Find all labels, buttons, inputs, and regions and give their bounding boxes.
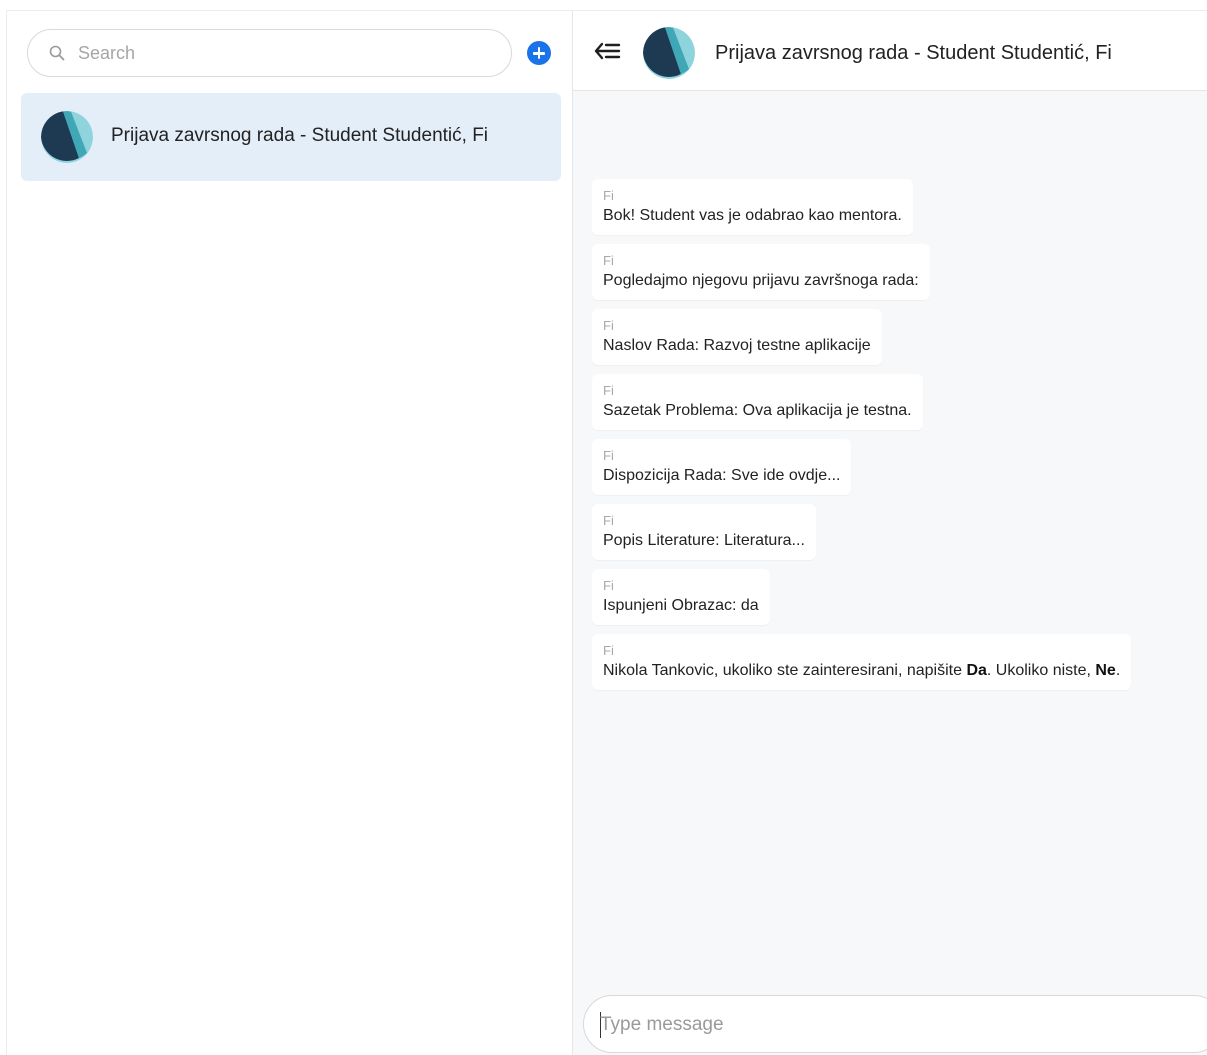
message-sender: Fi bbox=[603, 513, 614, 528]
message-bubble: Fi Naslov Rada: Razvoj testne aplikacije bbox=[592, 309, 882, 365]
bold-yes: Da bbox=[966, 662, 987, 679]
group-avatar-icon bbox=[643, 27, 695, 79]
message-bubble: Fi Popis Literature: Literatura... bbox=[592, 504, 816, 560]
message-text: Popis Literature: Literatura... bbox=[603, 532, 805, 549]
conversation-item[interactable]: Prijava zavrsnog rada - Student Studenti… bbox=[21, 93, 561, 181]
message-sender: Fi bbox=[603, 188, 614, 203]
bold-no: Ne bbox=[1095, 662, 1116, 679]
message-text: Ispunjeni Obrazac: da bbox=[603, 597, 759, 614]
message-text: Pogledajmo njegovu prijavu završnoga rad… bbox=[603, 272, 919, 289]
search-box[interactable] bbox=[27, 29, 512, 77]
message-text: Naslov Rada: Razvoj testne aplikacije bbox=[603, 337, 871, 354]
message-sender: Fi bbox=[603, 318, 614, 333]
message-bubble: Fi Pogledajmo njegovu prijavu završnoga … bbox=[592, 244, 930, 300]
conversation-avatar bbox=[41, 111, 93, 163]
message-text-part: . Ukoliko niste, bbox=[986, 662, 1096, 679]
message-bubble: Fi Dispozicija Rada: Sve ide ovdje... bbox=[592, 439, 852, 495]
message-bubble: Fi Ispunjeni Obrazac: da bbox=[592, 569, 770, 625]
chat-title: Prijava zavrsnog rada - Student Studenti… bbox=[715, 42, 1112, 64]
search-icon bbox=[49, 45, 65, 61]
message-text: Nikola Tankovic, ukoliko ste zainteresir… bbox=[603, 660, 1120, 682]
message-text: Dispozicija Rada: Sve ide ovdje... bbox=[603, 467, 841, 484]
message-text-part: . bbox=[1115, 662, 1121, 679]
message-input[interactable] bbox=[600, 1012, 1180, 1038]
search-row bbox=[27, 29, 567, 77]
message-text: Bok! Student vas je odabrao kao mentora. bbox=[603, 207, 902, 224]
sidebar: Prijava zavrsnog rada - Student Studenti… bbox=[6, 10, 573, 1055]
message-sender: Fi bbox=[603, 448, 614, 463]
add-conversation-button[interactable] bbox=[527, 41, 551, 65]
message-text-part: Nikola Tankovic, ukoliko ste zainteresir… bbox=[603, 662, 967, 679]
message-sender: Fi bbox=[603, 643, 614, 658]
message-text: Sazetak Problema: Ova aplikacija je test… bbox=[603, 402, 912, 419]
chat-panel: Prijava zavrsnog rada - Student Studenti… bbox=[573, 10, 1207, 1055]
message-sender: Fi bbox=[603, 253, 614, 268]
group-avatar-icon bbox=[41, 111, 93, 163]
message-list: Fi Bok! Student vas je odabrao kao mento… bbox=[592, 179, 1192, 699]
message-bubble: Fi Sazetak Problema: Ova aplikacija je t… bbox=[592, 374, 923, 430]
chat-app: Prijava zavrsnog rada - Student Studenti… bbox=[0, 0, 1207, 1055]
menu-back-icon[interactable] bbox=[593, 39, 623, 63]
chat-avatar bbox=[643, 27, 695, 79]
message-composer[interactable] bbox=[583, 995, 1207, 1053]
conversation-title: Prijava zavrsnog rada - Student Studenti… bbox=[111, 125, 489, 146]
message-sender: Fi bbox=[603, 578, 614, 593]
message-bubble: Fi Bok! Student vas je odabrao kao mento… bbox=[592, 179, 913, 235]
chat-header: Prijava zavrsnog rada - Student Studenti… bbox=[573, 11, 1207, 91]
message-bubble: Fi Nikola Tankovic, ukoliko ste zaintere… bbox=[592, 634, 1132, 690]
message-sender: Fi bbox=[603, 383, 614, 398]
search-input[interactable] bbox=[78, 40, 498, 66]
